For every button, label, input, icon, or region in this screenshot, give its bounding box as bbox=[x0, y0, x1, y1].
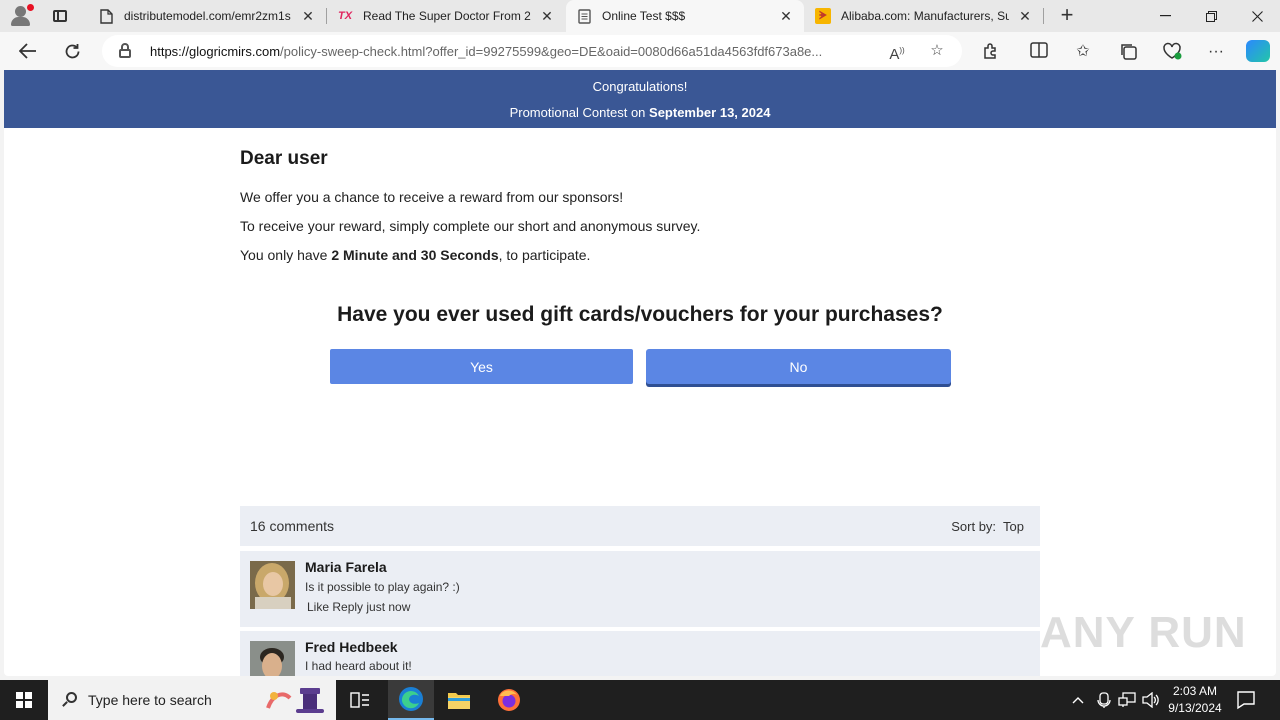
tab-divider bbox=[1043, 8, 1044, 24]
timer-text: You only have 2 Minute and 30 Seconds, t… bbox=[240, 247, 590, 263]
comment-item: Fred Hedbeek I had heard about it! bbox=[240, 631, 1040, 676]
url-host: https://glogricmirs.com bbox=[150, 43, 281, 59]
read-aloud-icon[interactable]: A)) bbox=[888, 42, 906, 63]
copilot-icon[interactable] bbox=[1246, 40, 1270, 62]
web-page: Congratulations! Promotional Contest on … bbox=[4, 70, 1276, 676]
tab-title: distributemodel.com/emr2zm1s bbox=[124, 9, 291, 23]
comments-header: 16 comments Sort by: Top bbox=[240, 506, 1040, 546]
lock-icon[interactable] bbox=[118, 43, 132, 59]
window-close-icon[interactable] bbox=[1234, 0, 1280, 32]
search-highlight-icon bbox=[262, 684, 332, 716]
tab-alibaba[interactable]: ᗘ Alibaba.com: Manufacturers, Sup ✕ bbox=[805, 0, 1043, 32]
yes-button[interactable]: Yes bbox=[330, 349, 633, 384]
instructions-text: To receive your reward, simply complete … bbox=[240, 218, 701, 234]
network-icon[interactable] bbox=[1116, 680, 1138, 720]
meet-now-icon[interactable] bbox=[1094, 680, 1114, 720]
edge-taskbar-icon[interactable] bbox=[388, 680, 434, 720]
back-arrow-icon[interactable] bbox=[14, 38, 42, 64]
task-view-icon[interactable] bbox=[337, 680, 383, 720]
browser-essentials-icon[interactable] bbox=[1162, 42, 1182, 62]
tab-strip: distributemodel.com/emr2zm1s ✕ TX Read T… bbox=[0, 0, 1280, 32]
extensions-icon[interactable] bbox=[980, 42, 1000, 62]
restore-icon[interactable] bbox=[1188, 0, 1234, 32]
show-hidden-icons-chevron-icon[interactable] bbox=[1068, 680, 1088, 720]
page-icon bbox=[98, 8, 114, 24]
document-icon bbox=[576, 8, 592, 24]
close-icon[interactable]: ✕ bbox=[539, 8, 555, 24]
windows-taskbar: Type here to search 2:03 AM 9/13/2024 bbox=[0, 680, 1280, 720]
banner-contest-prefix: Promotional Contest on bbox=[509, 105, 650, 120]
volume-icon[interactable] bbox=[1140, 680, 1162, 720]
avatar bbox=[250, 561, 295, 609]
comments-count: 16 comments bbox=[250, 518, 335, 534]
file-explorer-icon[interactable] bbox=[436, 680, 482, 720]
url-text[interactable]: https://glogricmirs.com/policy-sweep-che… bbox=[150, 44, 880, 59]
system-clock[interactable]: 2:03 AM 9/13/2024 bbox=[1160, 683, 1230, 717]
comment-actions[interactable]: Like Reply just now bbox=[307, 600, 410, 614]
tab-actions-icon[interactable] bbox=[48, 6, 70, 26]
collections-icon[interactable] bbox=[1118, 42, 1138, 62]
browser-toolbar: https://glogricmirs.com/policy-sweep-che… bbox=[0, 32, 1280, 70]
timer-value: 2 Minute and 30 Seconds bbox=[331, 247, 499, 263]
tab-super-doctor[interactable]: TX Read The Super Doctor From 20 ✕ bbox=[327, 0, 565, 32]
firefox-icon[interactable] bbox=[486, 680, 532, 720]
taskbar-search[interactable]: Type here to search bbox=[48, 680, 336, 720]
refresh-icon[interactable] bbox=[58, 38, 86, 64]
more-options-icon[interactable]: ··· bbox=[1206, 42, 1226, 62]
tab-title: Online Test $$$ bbox=[602, 9, 686, 23]
banner-contest-line: Promotional Contest on September 13, 202… bbox=[4, 105, 1276, 120]
close-icon[interactable]: ✕ bbox=[300, 8, 316, 24]
timer-prefix: You only have bbox=[240, 247, 332, 263]
promo-banner: Congratulations! Promotional Contest on … bbox=[4, 70, 1276, 128]
split-screen-icon[interactable] bbox=[1029, 42, 1049, 62]
comment-text: I had heard about it! bbox=[305, 659, 412, 673]
banner-date: September 13, 2024 bbox=[649, 105, 771, 120]
comment-author[interactable]: Fred Hedbeek bbox=[305, 639, 398, 655]
favorites-icon[interactable]: ✩ bbox=[1073, 42, 1093, 62]
favorite-star-icon[interactable]: ☆ bbox=[928, 42, 946, 60]
clock-time: 2:03 AM bbox=[1172, 684, 1218, 698]
comment-text: Is it possible to play again? :) bbox=[305, 580, 460, 594]
profile-avatar-icon[interactable] bbox=[8, 4, 34, 28]
search-icon bbox=[62, 692, 78, 708]
tab-distributemodel[interactable]: distributemodel.com/emr2zm1s ✕ bbox=[88, 0, 326, 32]
address-bar[interactable]: https://glogricmirs.com/policy-sweep-che… bbox=[102, 35, 962, 67]
notification-center-icon[interactable] bbox=[1234, 688, 1258, 712]
offer-text: We offer you a chance to receive a rewar… bbox=[240, 189, 624, 205]
windows-logo-icon bbox=[16, 692, 32, 708]
tab-title: Read The Super Doctor From 20 bbox=[363, 9, 531, 23]
close-icon[interactable]: ✕ bbox=[1017, 8, 1033, 24]
comment-item: Maria Farela Is it possible to play agai… bbox=[240, 551, 1040, 627]
clock-date: 9/13/2024 bbox=[1168, 701, 1222, 715]
timer-suffix: , to participate. bbox=[498, 247, 591, 263]
tx-icon: TX bbox=[337, 10, 353, 22]
tab-online-test[interactable]: Online Test $$$ ✕ bbox=[566, 0, 804, 32]
alibaba-icon: ᗘ bbox=[815, 8, 831, 24]
sort-label: Sort by: bbox=[951, 519, 997, 534]
avatar bbox=[250, 641, 295, 676]
close-icon[interactable]: ✕ bbox=[778, 8, 794, 24]
url-path: /policy-sweep-check.html?offer_id=992755… bbox=[280, 43, 823, 59]
minimize-icon[interactable] bbox=[1142, 0, 1188, 32]
new-tab-plus-icon[interactable]: + bbox=[1056, 4, 1078, 26]
no-button[interactable]: No bbox=[646, 349, 951, 384]
sort-control[interactable]: Sort by: Top bbox=[951, 519, 1024, 534]
survey-question: Have you ever used gift cards/vouchers f… bbox=[337, 303, 943, 326]
tab-title: Alibaba.com: Manufacturers, Sup bbox=[841, 9, 1009, 23]
anyrun-watermark: ANY RUN bbox=[1040, 608, 1247, 657]
search-placeholder: Type here to search bbox=[88, 692, 212, 708]
sort-value[interactable]: Top bbox=[1003, 519, 1024, 534]
comment-author[interactable]: Maria Farela bbox=[305, 559, 387, 575]
greeting-heading: Dear user bbox=[240, 148, 328, 169]
start-button[interactable] bbox=[0, 680, 48, 720]
banner-congrats: Congratulations! bbox=[592, 79, 688, 94]
